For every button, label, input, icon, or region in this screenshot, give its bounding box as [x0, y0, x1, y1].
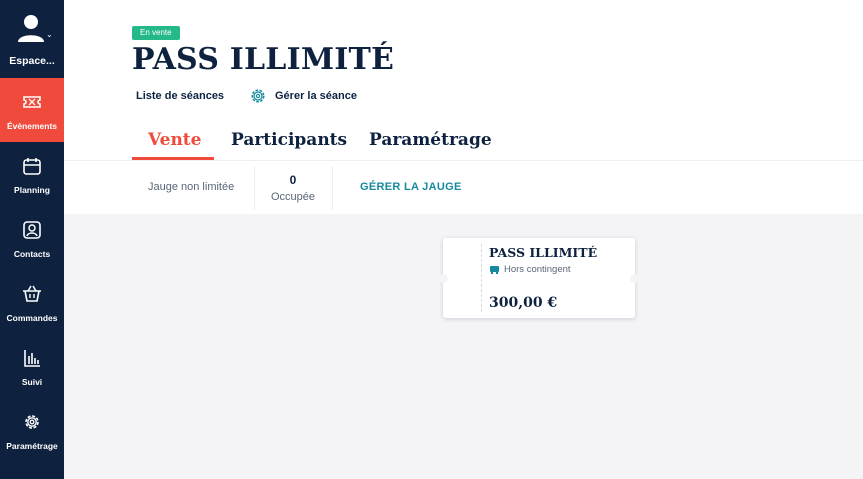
sidebar-item-tracking[interactable]: Suivi: [0, 334, 64, 398]
manage-session-link[interactable]: Gérer la séance: [275, 90, 357, 102]
session-list-link[interactable]: Liste de séances: [136, 90, 224, 102]
ticket-quota: Hors contingent: [504, 264, 571, 275]
divider: [64, 160, 863, 161]
sidebar-item-orders[interactable]: Commandes: [0, 270, 64, 334]
sidebar-item-planning[interactable]: Planning: [0, 142, 64, 206]
tab-sale[interactable]: Vente: [148, 130, 201, 150]
divider: [332, 166, 333, 210]
ticket-icon: [23, 96, 41, 108]
space-label: Espace...: [9, 55, 55, 67]
sidebar-item-label: Commandes: [6, 313, 58, 323]
tab-settings[interactable]: Paramétrage: [369, 130, 492, 150]
basket-icon: [23, 285, 41, 302]
calendar-icon: [23, 158, 41, 175]
status-badge: En vente: [132, 26, 180, 40]
quota-icon: [490, 266, 499, 274]
bar-chart-icon: [24, 350, 40, 367]
manage-gauge-link[interactable]: GÉRER LA JAUGE: [360, 181, 462, 193]
space-switcher[interactable]: ⌄ Espace...: [0, 0, 64, 78]
page-title: PASS ILLIMITÉ: [132, 42, 395, 77]
gear-icon[interactable]: [250, 88, 266, 104]
chevron-down-icon: ⌄: [46, 30, 53, 39]
ticket-price: 300,00 €: [489, 295, 558, 311]
tab-participants[interactable]: Participants: [231, 130, 347, 150]
sidebar-item-label: Paramétrage: [6, 441, 58, 451]
contact-card-icon: [23, 221, 41, 239]
gauge-status: Jauge non limitée: [148, 181, 235, 193]
sidebar-item-contacts[interactable]: Contacts: [0, 206, 64, 270]
ticket-notch: [439, 274, 448, 283]
sidebar-item-events[interactable]: Évènements: [0, 78, 64, 142]
sidebar-item-label: Évènements: [6, 121, 58, 131]
occupied-count: 0: [289, 173, 297, 187]
sidebar: ⌄ Espace... Évènements Planning Contacts: [0, 0, 64, 479]
sidebar-item-label: Contacts: [13, 249, 51, 259]
occupied-label: Occupée: [270, 191, 316, 203]
ticket-notch: [630, 274, 639, 283]
user-avatar-icon: [18, 15, 44, 42]
sidebar-item-settings[interactable]: Paramétrage: [0, 398, 64, 462]
gear-icon: [25, 415, 39, 429]
sidebar-item-label: Planning: [14, 185, 50, 195]
ticket-divider: [481, 244, 482, 312]
ticket-name: PASS ILLIMITÉ: [489, 245, 598, 260]
ticket-card[interactable]: PASS ILLIMITÉ Hors contingent 300,00 €: [439, 238, 639, 318]
sidebar-item-label: Suivi: [21, 377, 43, 387]
